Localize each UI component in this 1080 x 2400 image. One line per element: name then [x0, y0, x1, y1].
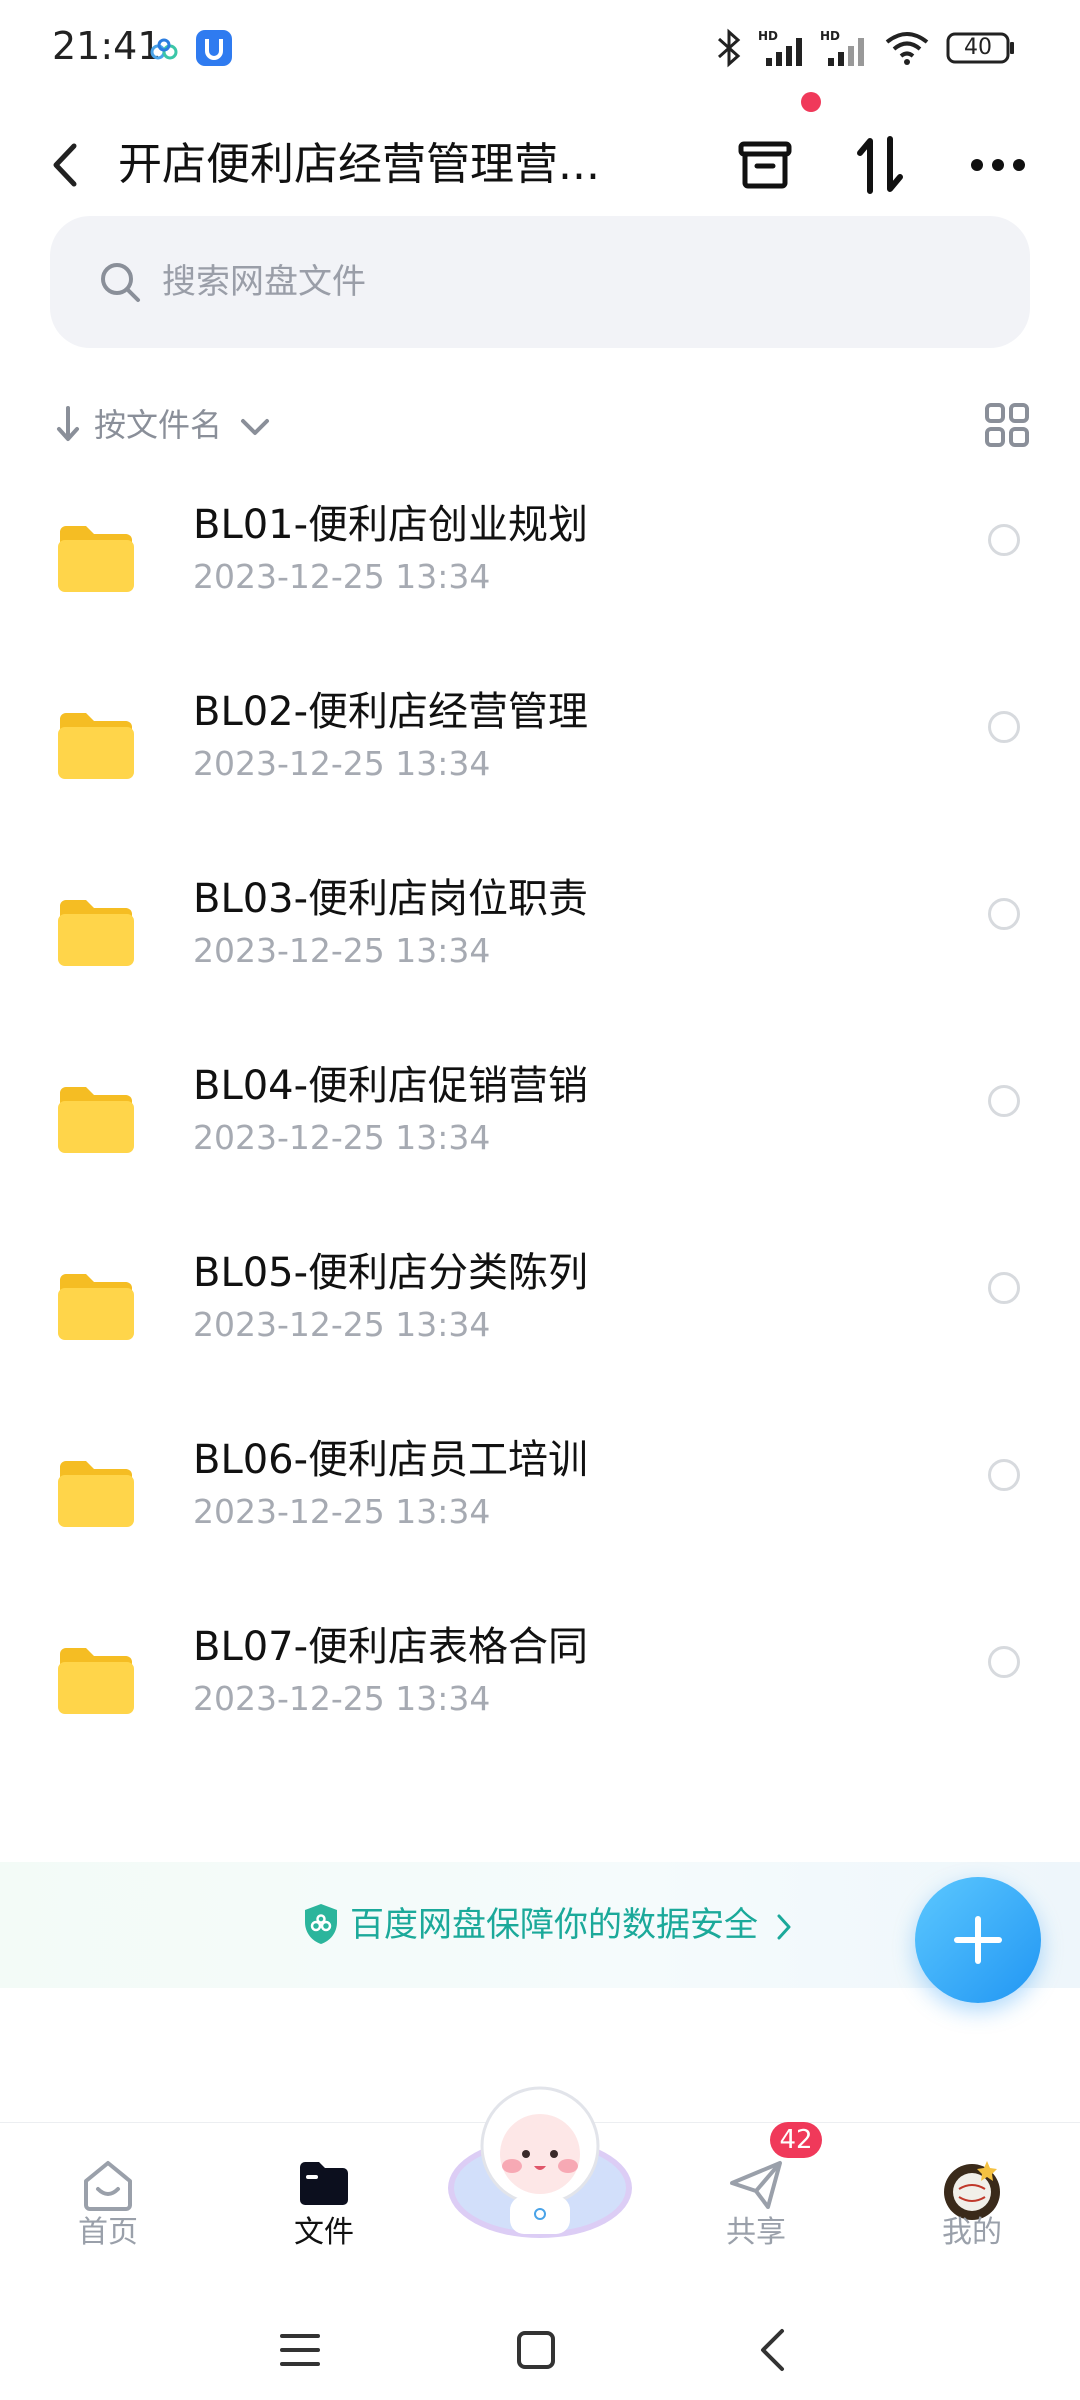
grid-view-icon	[985, 403, 1029, 447]
paper-plane-icon	[730, 2161, 782, 2209]
tab-home-label: 首页	[78, 2215, 138, 2250]
list-item[interactable]: BL03-便利店岗位职责 2023-12-25 13:34	[0, 854, 1080, 1041]
app-shield-icon	[196, 30, 232, 70]
folder-icon	[58, 1648, 134, 1714]
back-nav-button[interactable]	[742, 2320, 802, 2380]
list-item[interactable]: BL05-便利店分类陈列 2023-12-25 13:34	[0, 1228, 1080, 1415]
menu-icon	[280, 2334, 320, 2366]
file-date: 2023-12-25 13:34	[193, 1492, 491, 1531]
sort-button[interactable]: 按文件名	[94, 392, 270, 458]
file-name: BL02-便利店经营管理	[193, 689, 589, 735]
recents-button[interactable]	[270, 2320, 330, 2380]
grid-view-button[interactable]	[984, 402, 1030, 448]
tab-home[interactable]: 首页	[28, 2123, 188, 2301]
file-date: 2023-12-25 13:34	[193, 557, 491, 596]
transfer-icon	[857, 136, 903, 194]
mascot-button[interactable]	[440, 2068, 640, 2248]
mascot-icon	[448, 2086, 632, 2238]
baidu-cloud-icon	[150, 38, 178, 64]
square-icon	[517, 2331, 555, 2369]
file-name: BL05-便利店分类陈列	[193, 1250, 589, 1296]
search-input[interactable]: 搜索网盘文件	[50, 216, 1030, 348]
file-name: BL07-便利店表格合同	[193, 1624, 589, 1670]
transfer-button[interactable]	[840, 125, 920, 205]
svg-text:HD: HD	[820, 29, 840, 43]
folder-tab-icon	[300, 2162, 348, 2205]
share-badge: 42	[770, 2122, 822, 2158]
sort-arrow-icon	[57, 406, 79, 441]
folder-icon	[58, 526, 134, 592]
status-time: 21:41	[52, 24, 162, 68]
signal-hd-icon: HD	[820, 28, 874, 72]
plus-icon	[954, 1916, 1002, 1964]
search-icon	[101, 263, 140, 302]
chevron-left-icon	[53, 143, 77, 187]
shield-icon	[305, 1904, 337, 1944]
search-placeholder: 搜索网盘文件	[162, 262, 366, 302]
list-item[interactable]: BL01-便利店创业规划 2023-12-25 13:34	[0, 480, 1080, 667]
archive-icon	[738, 141, 792, 189]
tab-me[interactable]: 我的	[892, 2123, 1052, 2301]
battery-icon: 40	[946, 32, 1016, 64]
tab-files-label: 文件	[294, 2215, 354, 2250]
tab-files[interactable]: 文件	[244, 2123, 404, 2301]
archive-button[interactable]	[725, 125, 805, 205]
file-name: BL03-便利店岗位职责	[193, 876, 589, 922]
select-radio[interactable]	[988, 898, 1020, 930]
bluetooth-icon	[714, 28, 744, 72]
more-button[interactable]	[958, 125, 1038, 205]
select-radio[interactable]	[988, 524, 1020, 556]
select-radio[interactable]	[988, 1272, 1020, 1304]
file-date: 2023-12-25 13:34	[193, 1679, 491, 1718]
signal-hd-icon: HD	[758, 28, 812, 72]
file-date: 2023-12-25 13:34	[193, 744, 491, 783]
file-date: 2023-12-25 13:34	[193, 931, 491, 970]
file-date: 2023-12-25 13:34	[193, 1118, 491, 1157]
list-item[interactable]: BL04-便利店促销营销 2023-12-25 13:34	[0, 1041, 1080, 1228]
notification-dot	[801, 92, 821, 112]
folder-icon	[58, 900, 134, 966]
list-item[interactable]: BL07-便利店表格合同 2023-12-25 13:34	[0, 1602, 1080, 1789]
system-nav-bar	[0, 2300, 1080, 2400]
list-item[interactable]: BL06-便利店员工培训 2023-12-25 13:34	[0, 1415, 1080, 1602]
list-item[interactable]: BL02-便利店经营管理 2023-12-25 13:34	[0, 667, 1080, 854]
tab-me-label: 我的	[942, 2215, 1002, 2250]
more-icon	[971, 159, 1025, 171]
tab-share-label: 共享	[726, 2215, 786, 2250]
home-nav-button[interactable]	[506, 2320, 566, 2380]
home-icon	[84, 2161, 132, 2211]
sort-row: 按文件名	[50, 392, 1030, 458]
battery-level: 40	[964, 35, 992, 60]
file-name: BL06-便利店员工培训	[193, 1437, 589, 1483]
chevron-right-icon	[777, 1914, 791, 1939]
wifi-icon	[884, 30, 930, 70]
folder-icon	[58, 713, 134, 779]
folder-icon	[58, 1461, 134, 1527]
status-bar: 21:41 HD HD 40	[0, 0, 1080, 100]
sort-label: 按文件名	[94, 406, 223, 444]
page-title: 开店便利店经营管理营...	[118, 139, 600, 190]
select-radio[interactable]	[988, 1085, 1020, 1117]
folder-icon	[58, 1274, 134, 1340]
select-radio[interactable]	[988, 711, 1020, 743]
file-name: BL01-便利店创业规划	[193, 502, 589, 548]
chevron-down-icon	[241, 419, 270, 435]
folder-icon	[58, 1087, 134, 1153]
banner-text: 百度网盘保障你的数据安全	[350, 1862, 791, 1988]
file-date: 2023-12-25 13:34	[193, 1305, 491, 1344]
select-radio[interactable]	[988, 1459, 1020, 1491]
add-button[interactable]	[915, 1877, 1041, 2003]
file-name: BL04-便利店促销营销	[193, 1063, 589, 1109]
back-triangle-icon	[761, 2329, 784, 2371]
banner-label: 百度网盘保障你的数据安全	[350, 1905, 758, 1945]
select-radio[interactable]	[988, 1646, 1020, 1678]
back-button[interactable]	[40, 120, 90, 210]
svg-text:HD: HD	[758, 29, 778, 43]
header: 开店便利店经营管理营...	[0, 100, 1080, 230]
